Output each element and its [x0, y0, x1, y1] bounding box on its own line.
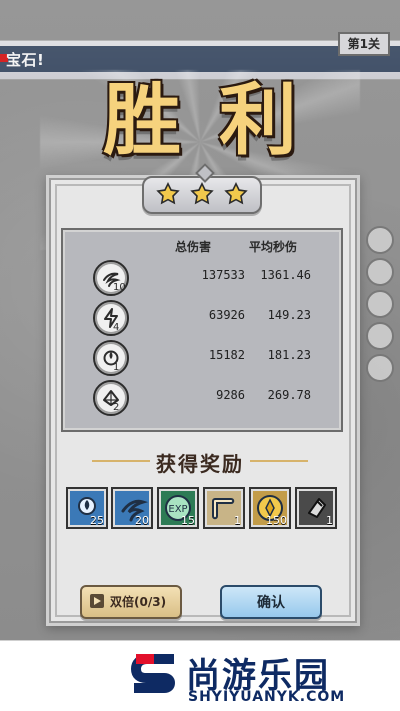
reward-qty: 20 — [135, 514, 149, 527]
total-damage-header: 总伤害 — [175, 240, 212, 254]
reward-item[interactable]: 1 — [295, 487, 337, 529]
star-rating — [142, 176, 262, 214]
confirm-button[interactable]: 确认 — [220, 585, 322, 619]
skill-use-count: 4 — [113, 322, 120, 333]
reward-item[interactable]: 1 — [203, 487, 245, 529]
double-reward-button[interactable]: 双倍(0/3) — [80, 585, 182, 619]
total-damage-value: 15182 — [208, 348, 245, 362]
reward-qty: 15 — [181, 514, 195, 527]
brand-logo-s-icon — [130, 654, 176, 693]
rewards-title: 获得奖励 — [156, 452, 244, 476]
stats-row: 4 63926 149.23 — [63, 300, 341, 344]
reward-item[interactable]: EXP 15 — [157, 487, 199, 529]
total-damage-value: 9286 — [216, 388, 245, 402]
stats-row: 1 15182 181.23 — [63, 340, 341, 384]
avg-dps-value: 1361.46 — [260, 268, 311, 282]
double-reward-label: 双倍(0/3) — [110, 595, 167, 609]
reward-item[interactable]: 25 — [66, 487, 108, 529]
side-quick-icons — [366, 226, 394, 382]
damage-stats-box: 总伤害 平均秒伤 10 137533 1361.46 4 63926 149.2… — [61, 228, 343, 432]
reward-qty: 150 — [266, 514, 287, 527]
star-icon — [156, 182, 180, 205]
avg-dps-value: 269.78 — [267, 388, 311, 402]
total-damage-value: 63926 — [208, 308, 245, 322]
total-damage-value: 137533 — [201, 268, 245, 282]
star-icon — [224, 182, 248, 205]
avg-dps-value: 181.23 — [267, 348, 311, 362]
reward-item[interactable]: 150 — [249, 487, 291, 529]
skill-use-count: 2 — [113, 402, 120, 413]
video-play-icon — [90, 594, 104, 608]
side-icon[interactable] — [366, 226, 394, 254]
skill-use-count: 1 — [113, 362, 120, 373]
stats-row: 10 137533 1361.46 — [63, 260, 341, 304]
spirit-orb-icon[interactable] — [93, 340, 129, 376]
reward-qty: 1 — [326, 514, 333, 527]
reward-qty: 25 — [90, 514, 104, 527]
victory-title: 胜利 — [102, 75, 335, 166]
reward-qty: 1 — [234, 514, 241, 527]
stats-row: 2 9286 269.78 — [63, 380, 341, 424]
lightning-icon[interactable] — [93, 300, 129, 336]
star-icon — [190, 182, 214, 205]
reward-item[interactable]: 20 — [111, 487, 153, 529]
side-icon[interactable] — [366, 354, 394, 382]
avg-dps-header: 平均秒伤 — [249, 240, 298, 254]
side-icon[interactable] — [366, 322, 394, 350]
brand-name-en: SHYIYUANYK.COM — [188, 689, 346, 705]
level-tag: 第1关 — [337, 32, 390, 56]
avg-dps-value: 149.23 — [267, 308, 311, 322]
crystal-icon[interactable] — [93, 380, 129, 416]
side-icon[interactable] — [366, 258, 394, 286]
side-icon[interactable] — [366, 290, 394, 318]
skill-use-count: 10 — [113, 282, 126, 293]
